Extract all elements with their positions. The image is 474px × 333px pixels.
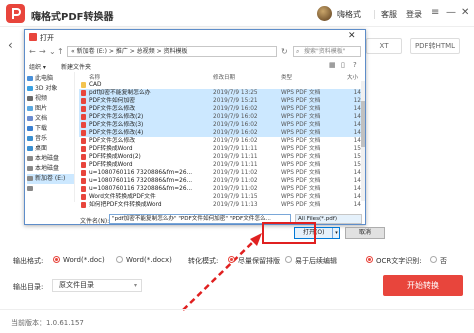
format-docx-label[interactable]: Word(*.docx)	[126, 256, 172, 264]
output-dir-value: 原文件目录	[59, 281, 94, 289]
mode-keep-layout-label[interactable]: 尽量保留排版	[238, 256, 280, 266]
output-dir-select[interactable]: 原文件目录 ▾	[52, 279, 142, 292]
format-doc-label[interactable]: Word(*.doc)	[63, 256, 105, 264]
convert-mode-label: 转化模式:	[188, 257, 219, 265]
format-doc-radio[interactable]	[53, 256, 60, 263]
ocr-toggle-radio[interactable]	[366, 256, 373, 263]
chevron-down-icon: ▾	[133, 282, 137, 289]
output-dir-label: 输出目录:	[13, 283, 44, 291]
mode-easy-edit-label[interactable]: 易于后续编辑	[295, 256, 337, 266]
app-window: 嗨格式PDF转换器 嗨格式 客服 登录 ≡ — ✕ ‹ XT PDF转HTML …	[0, 0, 474, 333]
ocr-off-radio[interactable]	[430, 256, 437, 263]
mode-keep-layout-radio[interactable]	[228, 256, 235, 263]
mode-easy-edit-radio[interactable]	[285, 256, 292, 263]
output-format-label: 输出格式:	[13, 257, 44, 265]
format-docx-radio[interactable]	[116, 256, 123, 263]
version-text: 当前版本：1.0.61.157	[11, 319, 84, 327]
ocr-off-label[interactable]: 否	[440, 256, 447, 266]
start-convert-button[interactable]: 开始转换	[383, 275, 463, 296]
footer-divider	[0, 309, 474, 310]
ocr-label: OCR文字识别:	[376, 257, 422, 265]
